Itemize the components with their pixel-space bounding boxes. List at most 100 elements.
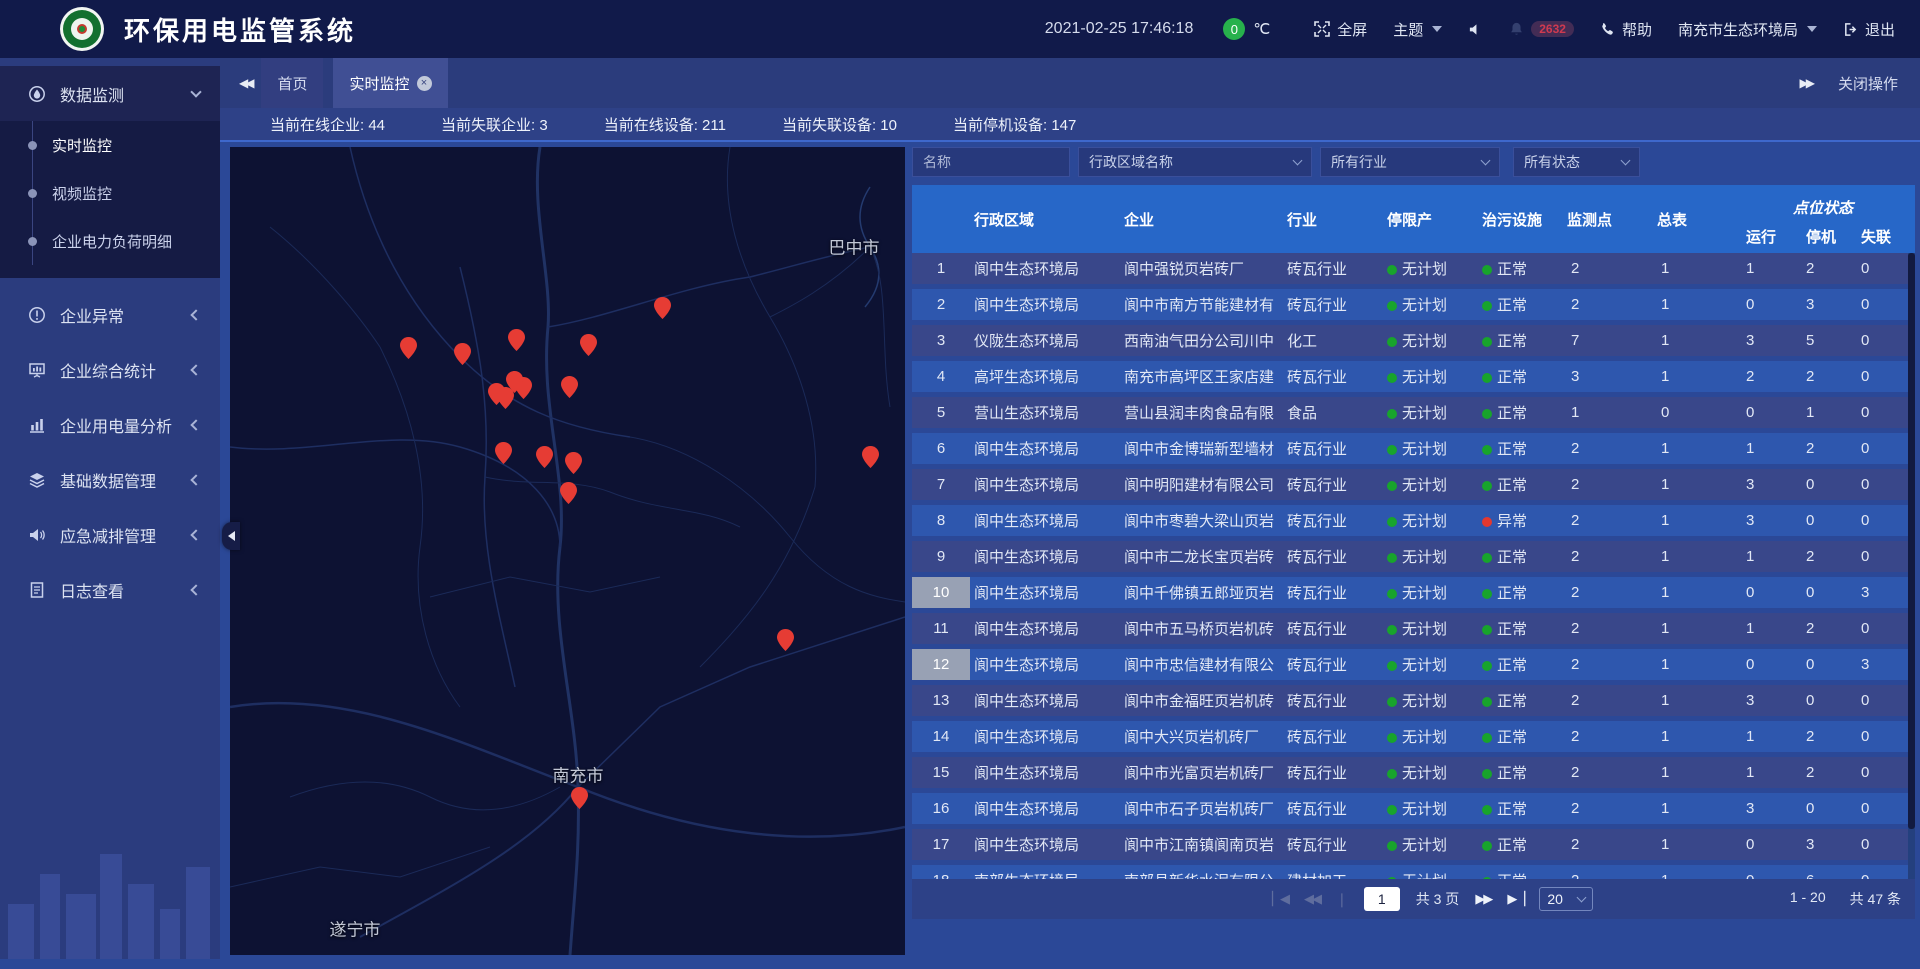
- cell-stop: 1: [1798, 404, 1853, 421]
- last-page-button[interactable]: ▶▕: [1507, 891, 1523, 907]
- table-row[interactable]: 6阆中生态环境局阆中市金博瑞新型墙材砖瓦行业无计划正常21120: [912, 433, 1915, 464]
- cell-run: 3: [1738, 332, 1798, 349]
- sidebar-group-0[interactable]: 数据监测: [0, 66, 220, 121]
- prev-page-button[interactable]: ◀◀: [1304, 891, 1320, 907]
- first-page-button[interactable]: ▏◀: [1272, 891, 1288, 907]
- page-number-input[interactable]: [1364, 887, 1400, 911]
- stats-bar: 当前在线企业: 44当前失联企业: 3当前在线设备: 211当前失联设备: 10…: [220, 108, 1920, 142]
- table-row[interactable]: 12阆中生态环境局阆中市忠信建材有限公砖瓦行业无计划正常21003: [912, 649, 1915, 680]
- map-pin-icon[interactable]: [565, 452, 582, 474]
- next-page-button[interactable]: ▶▶: [1475, 891, 1491, 907]
- map-pin-icon[interactable]: [862, 446, 879, 468]
- table-row[interactable]: 3仪陇生态环境局西南油气田分公司川中化工无计划正常71350: [912, 325, 1915, 356]
- table-row[interactable]: 5营山生态环境局营山县润丰肉食品有限食品无计划正常10010: [912, 397, 1915, 428]
- table-row[interactable]: 1阆中生态环境局阆中强锐页岩砖厂砖瓦行业无计划正常21120: [912, 253, 1915, 284]
- cell-run: 0: [1738, 296, 1798, 313]
- status-dot-icon: [1387, 517, 1397, 527]
- sidebar-group-label: 基础数据管理: [60, 468, 192, 492]
- sidebar-item-0-1[interactable]: 视频监控: [0, 169, 220, 217]
- table-row[interactable]: 10阆中生态环境局阆中千佛镇五郎垭页岩砖瓦行业无计划正常21003: [912, 577, 1915, 608]
- scrollbar-thumb[interactable]: [1908, 253, 1915, 829]
- phone-icon: [1600, 22, 1615, 37]
- org-menu[interactable]: 南充市生态环境局: [1678, 19, 1817, 40]
- cell-plan: 无计划: [1383, 294, 1478, 315]
- name-filter-input[interactable]: [923, 154, 1059, 170]
- status-filter-select[interactable]: 所有状态: [1513, 147, 1640, 177]
- map-pin-icon[interactable]: [561, 376, 578, 398]
- table-row[interactable]: 18南部生态环境局南部县新华水泥有限公建材加工无计划正常21060: [912, 865, 1915, 879]
- map-pin-icon[interactable]: [571, 787, 588, 809]
- map-pin-icon[interactable]: [654, 297, 671, 319]
- map-pin-icon[interactable]: [777, 629, 794, 651]
- cell-facility: 正常: [1478, 870, 1563, 879]
- map-pin-icon[interactable]: [560, 482, 577, 504]
- table-row[interactable]: 9阆中生态环境局阆中市二龙长宝页岩砖砖瓦行业无计划正常21120: [912, 541, 1915, 572]
- status-dot-icon: [1482, 697, 1492, 707]
- tab-0[interactable]: 首页: [261, 58, 323, 108]
- table-row[interactable]: 7阆中生态环境局阆中明阳建材有限公司砖瓦行业无计划正常21300: [912, 469, 1915, 500]
- map-pin-icon[interactable]: [506, 371, 523, 393]
- industry-filter-select[interactable]: 所有行业: [1320, 147, 1500, 177]
- map-pin-icon[interactable]: [508, 329, 525, 351]
- sidebar-item-label: 实时监控: [52, 135, 112, 156]
- cell-facility: 正常: [1478, 618, 1563, 639]
- map-pin-icon[interactable]: [495, 442, 512, 464]
- name-filter-field[interactable]: [912, 147, 1070, 177]
- sidebar-group-3[interactable]: 企业用电量分析: [0, 397, 220, 452]
- notifications-button[interactable]: 2632: [1509, 21, 1574, 37]
- cell-lost: 0: [1853, 368, 1908, 385]
- sidebar-item-0-0[interactable]: 实时监控: [0, 121, 220, 169]
- logout-button[interactable]: 退出: [1843, 19, 1895, 40]
- table-row[interactable]: 13阆中生态环境局阆中市金福旺页岩机砖砖瓦行业无计划正常21300: [912, 685, 1915, 716]
- sidebar-group-6[interactable]: 日志查看: [0, 562, 220, 617]
- map-pin-icon[interactable]: [454, 343, 471, 365]
- cell-company: 阆中明阳建材有限公司: [1120, 474, 1283, 495]
- sidebar-group-4[interactable]: 基础数据管理: [0, 452, 220, 507]
- cell-plan: 无计划: [1383, 438, 1478, 459]
- map-pin-icon[interactable]: [400, 337, 417, 359]
- chevron-left-icon: [190, 474, 201, 485]
- fullscreen-button[interactable]: 全屏: [1314, 19, 1367, 40]
- cell-plan: 无计划: [1383, 834, 1478, 855]
- cell-stop: 2: [1798, 728, 1853, 745]
- table-row[interactable]: 16阆中生态环境局阆中市石子页岩机砖厂砖瓦行业无计划正常21300: [912, 793, 1915, 824]
- bullet-icon: [28, 189, 37, 198]
- table-scrollbar[interactable]: [1908, 253, 1915, 879]
- cell-plan: 无计划: [1383, 546, 1478, 567]
- table-row[interactable]: 2阆中生态环境局阆中市南方节能建材有砖瓦行业无计划正常21030: [912, 289, 1915, 320]
- map-pin-icon[interactable]: [488, 383, 505, 405]
- cell-industry: 砖瓦行业: [1283, 438, 1383, 459]
- sidebar-group-2[interactable]: 企业综合统计: [0, 342, 220, 397]
- table-panel: 行政区域名称 所有行业 所有状态 行政区域 企业 行业 停限产 治污设施 监测点…: [912, 147, 1915, 919]
- page-size-select[interactable]: 20: [1539, 887, 1593, 911]
- sidebar-group-5[interactable]: 应急减排管理: [0, 507, 220, 562]
- table-row[interactable]: 17阆中生态环境局阆中市江南镇阆南页岩砖瓦行业无计划正常21030: [912, 829, 1915, 860]
- sidebar-group-1[interactable]: 企业异常: [0, 287, 220, 342]
- panel-collapse-handle[interactable]: [222, 522, 240, 550]
- table-row[interactable]: 8阆中生态环境局阆中市枣碧大梁山页岩砖瓦行业无计划异常21300: [912, 505, 1915, 536]
- cell-total: 1: [1653, 440, 1738, 457]
- table-header: 行政区域 企业 行业 停限产 治污设施 监测点 总表 点位状态 运行 停机 失联: [912, 185, 1915, 253]
- table-row[interactable]: 11阆中生态环境局阆中市五马桥页岩机砖砖瓦行业无计划正常21120: [912, 613, 1915, 644]
- cell-index: 7: [912, 469, 970, 500]
- table-row[interactable]: 14阆中生态环境局阆中大兴页岩机砖厂砖瓦行业无计划正常21120: [912, 721, 1915, 752]
- table-row[interactable]: 4高坪生态环境局南充市高坪区王家店建砖瓦行业无计划正常31220: [912, 361, 1915, 392]
- volume-button[interactable]: [1468, 22, 1483, 37]
- map-panel[interactable]: 巴中市南充市遂宁市: [230, 147, 905, 955]
- tab-close-icon[interactable]: ×: [417, 76, 432, 91]
- tabs-scroll-left-icon[interactable]: ◀◀: [239, 76, 251, 90]
- sidebar-item-0-2[interactable]: 企业电力负荷明细: [0, 217, 220, 265]
- table-row[interactable]: 15阆中生态环境局阆中市光富页岩机砖厂砖瓦行业无计划正常21120: [912, 757, 1915, 788]
- cell-company: 阆中市五马桥页岩机砖: [1120, 618, 1283, 639]
- tab-1[interactable]: 实时监控×: [333, 58, 447, 108]
- cell-stop: 0: [1798, 800, 1853, 817]
- close-operations-button[interactable]: 关闭操作: [1838, 73, 1898, 94]
- cell-stop: 3: [1798, 836, 1853, 853]
- region-filter-select[interactable]: 行政区域名称: [1078, 147, 1312, 177]
- theme-button[interactable]: 主题: [1393, 19, 1442, 40]
- map-pin-icon[interactable]: [536, 446, 553, 468]
- cell-stop: 2: [1798, 620, 1853, 637]
- help-button[interactable]: 帮助: [1600, 19, 1652, 40]
- tabs-scroll-right-icon[interactable]: ▶▶: [1800, 76, 1812, 90]
- map-pin-icon[interactable]: [580, 334, 597, 356]
